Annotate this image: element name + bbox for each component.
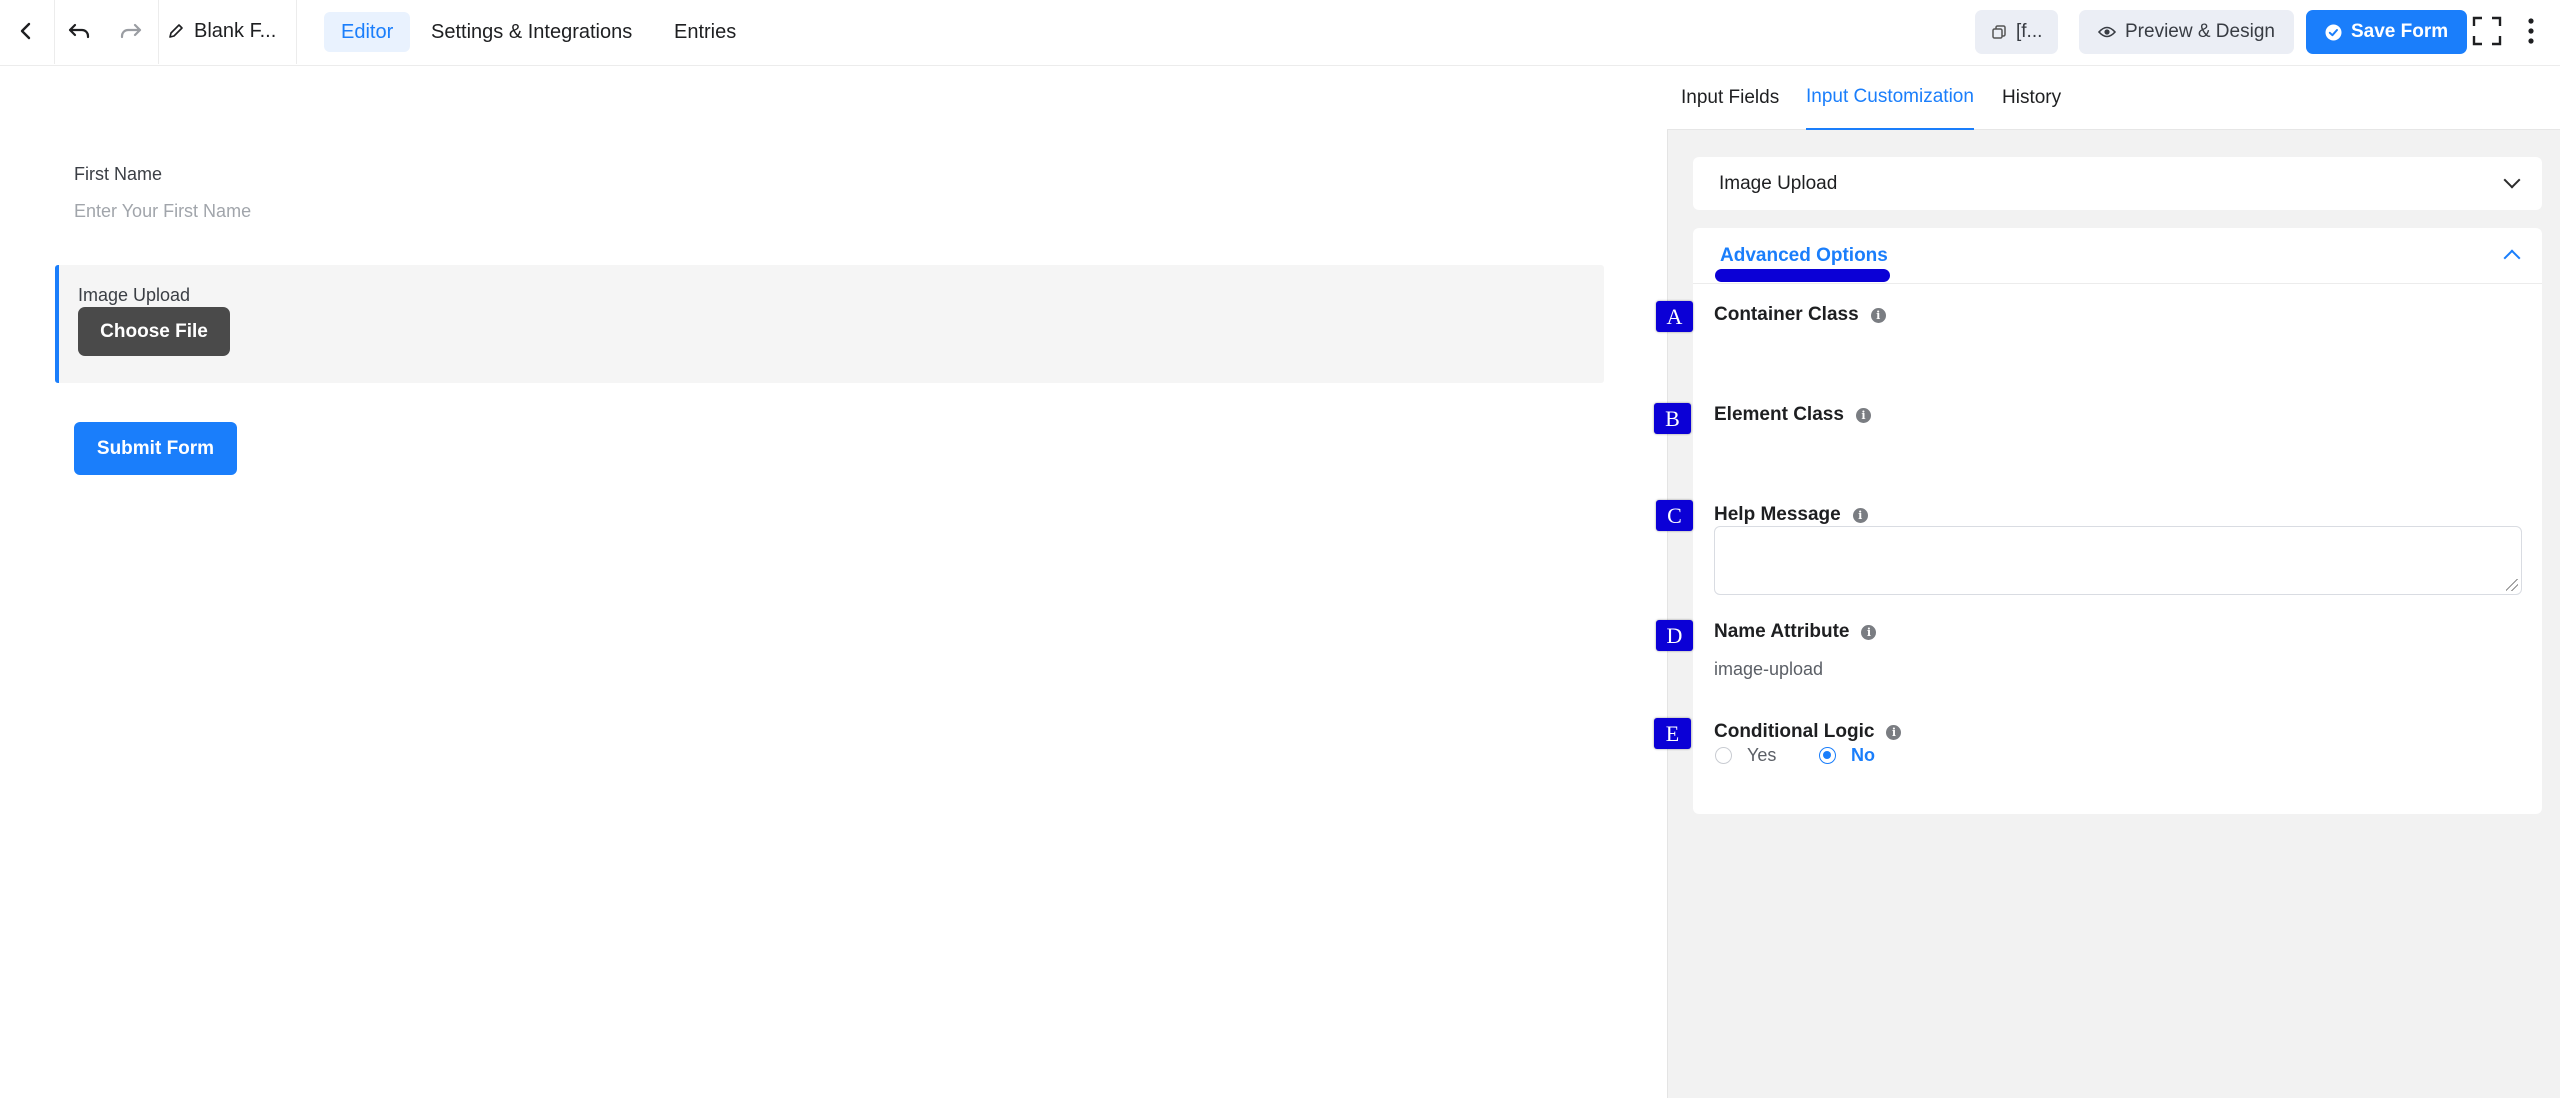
name-attribute-input[interactable]: image-upload bbox=[1714, 659, 1823, 680]
copy-icon bbox=[1992, 25, 2006, 39]
image-upload-field[interactable] bbox=[55, 265, 1604, 383]
highlight-underline bbox=[1715, 269, 1890, 282]
vertical-dots-icon bbox=[2528, 18, 2534, 44]
radio-checked[interactable] bbox=[1819, 747, 1836, 764]
info-icon[interactable]: i bbox=[1861, 624, 1877, 640]
image-upload-label: Image Upload bbox=[78, 285, 191, 305]
help-message-label: Help Message i bbox=[1714, 504, 1868, 526]
conditional-logic-text: Conditional Logic bbox=[1714, 721, 1875, 742]
submit-form-button[interactable]: Submit Form bbox=[74, 422, 237, 475]
element-class-text: Element Class bbox=[1714, 404, 1844, 425]
pencil-icon bbox=[169, 24, 183, 38]
back-button[interactable] bbox=[0, 0, 52, 62]
conditional-logic-no-option[interactable]: No bbox=[1819, 745, 1875, 766]
form-title[interactable]: Blank F... bbox=[168, 0, 276, 62]
save-form-button[interactable]: Save Form bbox=[2306, 10, 2468, 54]
yes-label: Yes bbox=[1747, 745, 1777, 765]
container-class-text: Container Class bbox=[1714, 304, 1859, 325]
element-class-input[interactable] bbox=[1714, 433, 2522, 473]
form-title-text: Blank F... bbox=[194, 19, 277, 42]
redo-button[interactable] bbox=[110, 0, 152, 62]
info-icon[interactable]: i bbox=[1855, 407, 1871, 423]
fullscreen-button[interactable] bbox=[2468, 0, 2506, 62]
conditional-logic-label: Conditional Logic i bbox=[1714, 721, 1902, 743]
tab-input-customization[interactable]: Input Customization bbox=[1806, 66, 1974, 130]
divider bbox=[54, 0, 55, 64]
undo-button[interactable] bbox=[58, 0, 100, 62]
marker-e: E bbox=[1654, 718, 1691, 749]
name-attribute-text: Name Attribute bbox=[1714, 621, 1850, 642]
first-name-input[interactable]: Enter Your First Name bbox=[74, 201, 251, 222]
eye-icon bbox=[2098, 26, 2116, 38]
conditional-logic-yes-option[interactable]: Yes bbox=[1715, 745, 1776, 766]
shortcode-button[interactable]: [f... bbox=[1975, 10, 2059, 54]
resize-handle[interactable] bbox=[2506, 579, 2518, 591]
tab-settings-integrations[interactable]: Settings & Integrations bbox=[414, 12, 649, 52]
container-class-input[interactable] bbox=[1714, 333, 2522, 373]
info-icon[interactable]: i bbox=[1870, 307, 1886, 323]
marker-c: C bbox=[1656, 500, 1693, 531]
name-attribute-label: Name Attribute i bbox=[1714, 621, 1877, 643]
save-form-label: Save Form bbox=[2351, 21, 2449, 42]
image-upload-section-title: Image Upload bbox=[1719, 172, 1838, 194]
preview-design-button[interactable]: Preview & Design bbox=[2079, 10, 2294, 54]
no-label: No bbox=[1851, 745, 1875, 765]
sidebar-tab-bar bbox=[1667, 66, 2560, 130]
marker-d: D bbox=[1656, 620, 1693, 651]
radio-unchecked[interactable] bbox=[1715, 747, 1732, 764]
redo-icon bbox=[120, 23, 142, 39]
undo-icon bbox=[68, 23, 90, 39]
tab-entries[interactable]: Entries bbox=[657, 12, 753, 52]
info-icon[interactable]: i bbox=[1852, 507, 1868, 523]
chevron-left-icon bbox=[20, 22, 31, 40]
help-message-text: Help Message bbox=[1714, 504, 1841, 525]
tab-input-fields[interactable]: Input Fields bbox=[1681, 66, 1779, 130]
check-circle-icon bbox=[2325, 24, 2342, 40]
container-class-label: Container Class i bbox=[1714, 304, 1886, 326]
fullscreen-icon bbox=[2472, 16, 2502, 46]
first-name-label: First Name bbox=[74, 164, 163, 184]
divider bbox=[158, 0, 159, 64]
more-options-button[interactable] bbox=[2516, 0, 2546, 62]
info-icon[interactable]: i bbox=[1886, 724, 1902, 740]
marker-a: A bbox=[1656, 301, 1693, 332]
tab-editor[interactable]: Editor bbox=[324, 12, 411, 52]
tab-history[interactable]: History bbox=[2002, 66, 2061, 130]
shortcode-label: [f... bbox=[2016, 21, 2043, 42]
element-class-label: Element Class i bbox=[1714, 404, 1871, 426]
choose-file-button[interactable]: Choose File bbox=[78, 307, 230, 356]
preview-design-label: Preview & Design bbox=[2125, 21, 2275, 42]
help-message-textarea[interactable] bbox=[1714, 526, 2522, 595]
marker-b: B bbox=[1654, 403, 1691, 434]
divider bbox=[296, 0, 297, 64]
